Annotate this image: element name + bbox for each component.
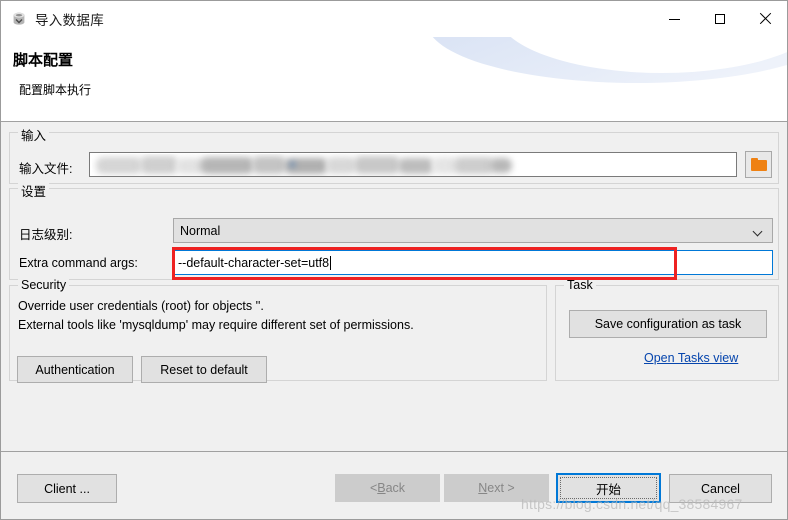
- dialog-body: 输入 输入文件: 设置 日志级别: Normal Extra command a…: [1, 122, 787, 451]
- security-note-line2: External tools like 'mysqldump' may requ…: [18, 318, 414, 332]
- chevron-down-icon: [754, 228, 763, 237]
- settings-group-label: 设置: [18, 181, 50, 200]
- dialog-window: 导入数据库 脚本配置 配置脚本执行 输入 输入文件: 设置 日志级别: Norm…: [0, 0, 788, 520]
- next-button: Next >: [444, 474, 549, 502]
- open-tasks-view-link[interactable]: Open Tasks view: [644, 351, 738, 365]
- save-configuration-as-task-button[interactable]: Save configuration as task: [569, 310, 767, 338]
- extra-args-value: --default-character-set=utf8: [178, 255, 330, 270]
- client-button[interactable]: Client ...: [17, 474, 117, 503]
- next-button-mnemonic: N: [478, 481, 488, 495]
- extra-args-input[interactable]: --default-character-set=utf8: [173, 250, 773, 275]
- close-button[interactable]: [742, 1, 787, 37]
- back-button-prefix: <: [369, 481, 378, 495]
- window-controls: [652, 1, 787, 37]
- window-title: 导入数据库: [35, 13, 104, 28]
- cancel-button[interactable]: Cancel: [669, 474, 772, 503]
- browse-file-button[interactable]: [745, 151, 772, 178]
- minimize-button[interactable]: [652, 1, 697, 37]
- security-note-line1: Override user credentials (root) for obj…: [18, 299, 264, 313]
- task-group-label: Task: [564, 278, 596, 292]
- log-level-select[interactable]: Normal: [173, 218, 773, 243]
- input-file-field[interactable]: [89, 152, 737, 177]
- maximize-button[interactable]: [697, 1, 742, 37]
- dialog-footer: Client ... < Back Next > 开始 Cancel: [1, 451, 787, 519]
- text-caret: [330, 255, 332, 270]
- header-banner: 脚本配置 配置脚本执行: [1, 37, 787, 122]
- extra-args-label: Extra command args:: [19, 256, 138, 270]
- focus-ring: [560, 477, 657, 499]
- folder-icon: [750, 158, 767, 171]
- maximize-icon: [714, 14, 725, 24]
- back-button-suffix: ack: [385, 481, 406, 495]
- back-button: < Back: [335, 474, 440, 502]
- log-level-value: Normal: [180, 223, 221, 238]
- reset-to-default-button[interactable]: Reset to default: [141, 356, 267, 383]
- redacted-path: [92, 154, 522, 176]
- input-group-label: 输入: [18, 125, 50, 144]
- security-group-label: Security: [18, 278, 70, 292]
- authentication-button[interactable]: Authentication: [17, 356, 133, 383]
- page-title: 脚本配置: [13, 52, 74, 69]
- next-button-suffix: ext >: [487, 481, 515, 495]
- minimize-icon: [669, 18, 680, 20]
- start-button[interactable]: 开始: [556, 473, 661, 503]
- database-import-icon: [11, 11, 27, 27]
- back-button-mnemonic: B: [377, 481, 386, 495]
- close-icon: [759, 13, 771, 25]
- title-bar: 导入数据库: [1, 1, 787, 37]
- page-subtitle: 配置脚本执行: [19, 83, 92, 97]
- input-file-label: 输入文件:: [19, 162, 73, 176]
- log-level-label: 日志级别:: [19, 228, 73, 242]
